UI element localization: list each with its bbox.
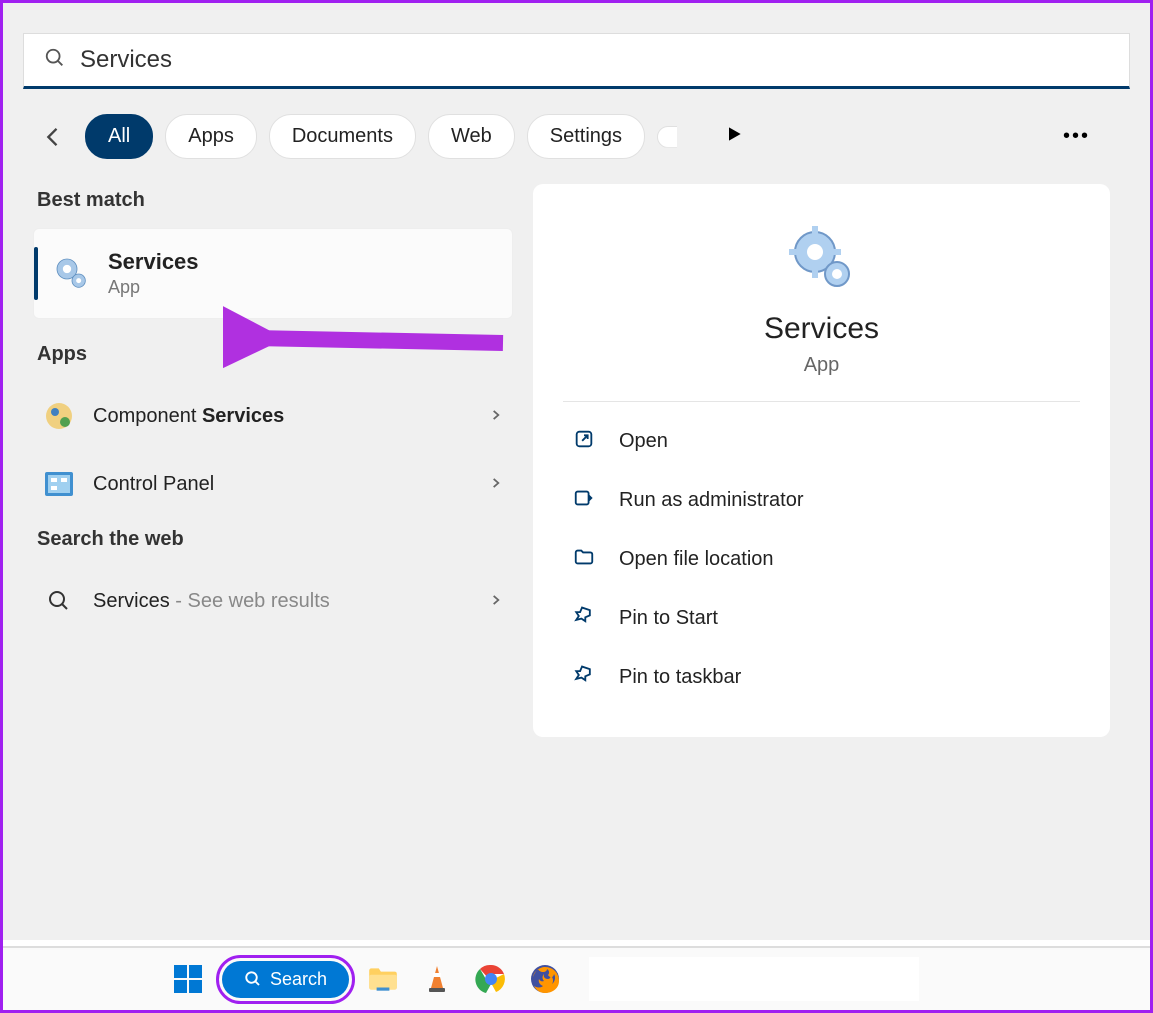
- filter-all[interactable]: All: [85, 114, 153, 159]
- app-result-label: Control Panel: [93, 473, 471, 496]
- action-open[interactable]: Open: [563, 412, 1080, 471]
- app-result-component-services[interactable]: Component Services: [33, 382, 513, 450]
- taskbar: Search: [3, 946, 1150, 1010]
- preview-subtitle: App: [563, 354, 1080, 377]
- chrome-icon[interactable]: [471, 959, 511, 999]
- chevron-right-icon: [489, 591, 503, 612]
- control-panel-icon: [43, 468, 75, 500]
- results-column: Best match Services App Apps Component S…: [33, 179, 513, 737]
- pin-icon: [573, 605, 597, 632]
- taskbar-search-button[interactable]: Search: [222, 961, 349, 998]
- preview-title: Services: [563, 312, 1080, 346]
- chevron-right-icon: [489, 406, 503, 427]
- taskbar-running-app[interactable]: [589, 957, 919, 1001]
- best-match-title: Services: [108, 249, 199, 275]
- action-pin-taskbar[interactable]: Pin to taskbar: [563, 648, 1080, 707]
- action-label: Open file location: [619, 548, 774, 571]
- search-web-label: Search the web: [37, 528, 513, 551]
- search-input[interactable]: [80, 46, 1109, 74]
- file-explorer-icon[interactable]: [363, 959, 403, 999]
- app-result-label: Component Services: [93, 405, 471, 428]
- web-result[interactable]: Services - See web results: [33, 567, 513, 635]
- pin-icon: [573, 664, 597, 691]
- search-icon: [44, 47, 80, 74]
- shield-icon: [573, 487, 597, 514]
- action-label: Pin to Start: [619, 607, 718, 630]
- action-label: Open: [619, 430, 668, 453]
- web-result-label: Services - See web results: [93, 590, 471, 613]
- filter-web[interactable]: Web: [428, 114, 515, 159]
- folder-icon: [573, 546, 597, 573]
- search-icon: [43, 585, 75, 617]
- filter-row: All Apps Documents Web Settings •••: [23, 114, 1130, 179]
- component-services-icon: [43, 400, 75, 432]
- firefox-icon[interactable]: [525, 959, 565, 999]
- start-button[interactable]: [168, 959, 208, 999]
- filter-documents[interactable]: Documents: [269, 114, 416, 159]
- action-run-admin[interactable]: Run as administrator: [563, 471, 1080, 530]
- filter-apps[interactable]: Apps: [165, 114, 257, 159]
- filter-settings[interactable]: Settings: [527, 114, 645, 159]
- selection-indicator: [34, 247, 38, 300]
- action-open-location[interactable]: Open file location: [563, 530, 1080, 589]
- best-match-label: Best match: [37, 189, 513, 212]
- filter-more-partial[interactable]: [657, 126, 697, 148]
- open-icon: [573, 428, 597, 455]
- search-box[interactable]: [23, 33, 1130, 89]
- vlc-icon[interactable]: [417, 959, 457, 999]
- app-result-control-panel[interactable]: Control Panel: [33, 450, 513, 518]
- play-icon[interactable]: [724, 124, 744, 149]
- back-button[interactable]: [33, 123, 73, 151]
- best-match-result[interactable]: Services App: [33, 228, 513, 319]
- action-label: Pin to taskbar: [619, 666, 741, 689]
- services-icon-large: [787, 224, 857, 294]
- preview-panel: Services App Open Run as administrator O…: [533, 184, 1110, 737]
- search-panel: All Apps Documents Web Settings ••• Best…: [3, 3, 1150, 940]
- services-icon: [52, 254, 92, 294]
- action-label: Run as administrator: [619, 489, 804, 512]
- more-options-button[interactable]: •••: [1063, 125, 1090, 148]
- taskbar-search-label: Search: [270, 969, 327, 990]
- best-match-subtitle: App: [108, 277, 199, 298]
- apps-label: Apps: [37, 343, 513, 366]
- action-pin-start[interactable]: Pin to Start: [563, 589, 1080, 648]
- chevron-right-icon: [489, 474, 503, 495]
